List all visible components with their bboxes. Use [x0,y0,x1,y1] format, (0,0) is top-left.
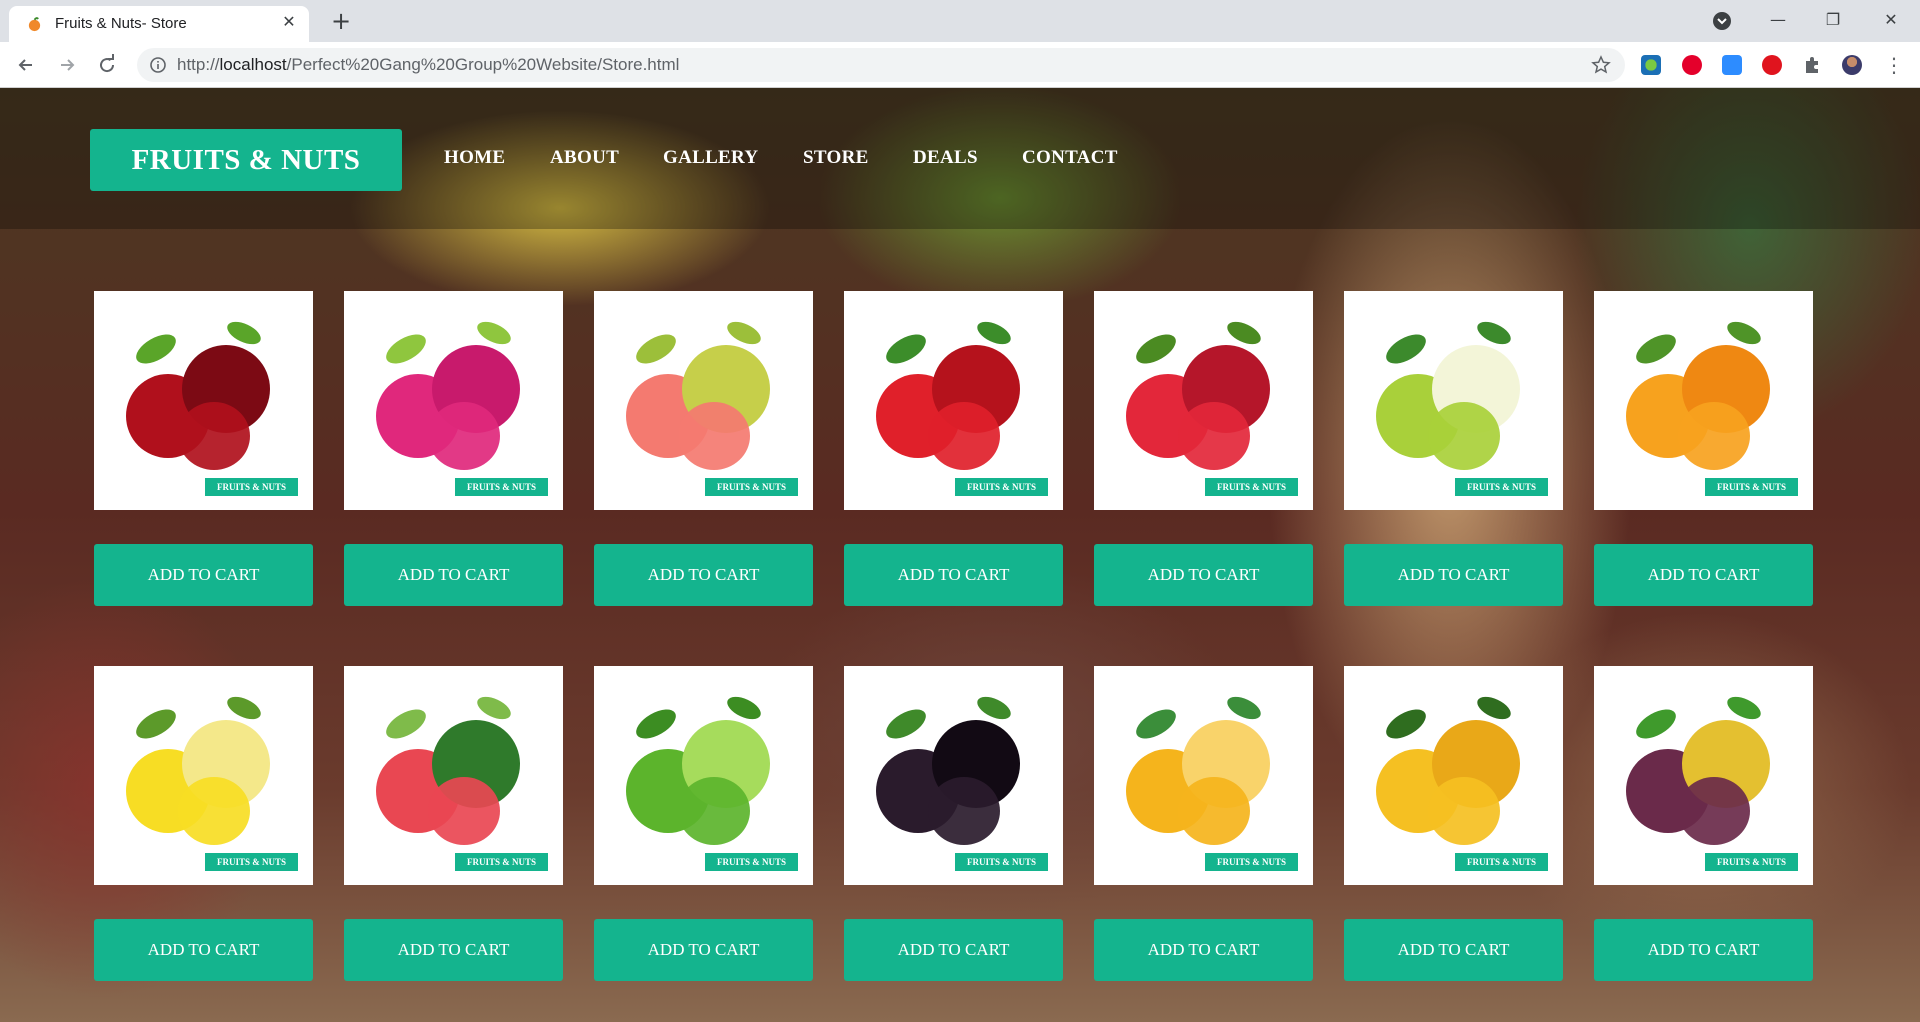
product-watermark: FRUITS & NUTS [1704,477,1799,497]
add-to-cart-button[interactable]: ADD TO CART [1094,544,1313,606]
product-watermark: FRUITS & NUTS [454,852,549,872]
product-watermark: FRUITS & NUTS [204,852,299,872]
add-to-cart-button[interactable]: ADD TO CART [94,919,313,981]
product-image-passion-fruit: FRUITS & NUTS [1594,666,1813,885]
site-info-icon[interactable] [149,56,167,74]
product-watermark: FRUITS & NUTS [1454,852,1549,872]
add-to-cart-button[interactable]: ADD TO CART [844,544,1063,606]
add-to-cart-button[interactable]: ADD TO CART [1094,919,1313,981]
product-watermark: FRUITS & NUTS [1704,852,1799,872]
globe-extension-icon[interactable] [1641,55,1661,75]
product-watermark: FRUITS & NUTS [704,852,799,872]
browser-tab[interactable]: Fruits & Nuts- Store ✕ [9,6,309,42]
url-text[interactable]: http://localhost/Perfect%20Gang%20Group%… [177,55,679,75]
add-to-cart-button[interactable]: ADD TO CART [94,544,313,606]
puzzle-extensions-icon[interactable] [1802,55,1822,75]
add-to-cart-button[interactable]: ADD TO CART [344,544,563,606]
close-window-button[interactable]: ✕ [1876,8,1906,32]
product-image-lemon: FRUITS & NUTS [94,666,313,885]
product-image-mango: FRUITS & NUTS [1344,666,1563,885]
add-to-cart-button[interactable]: ADD TO CART [1594,544,1813,606]
profile-dropdown-icon[interactable] [1712,11,1732,31]
product-watermark: FRUITS & NUTS [454,477,549,497]
tab-title: Fruits & Nuts- Store [55,15,187,32]
product-image-apricot: FRUITS & NUTS [1594,291,1813,510]
product-watermark: FRUITS & NUTS [954,477,1049,497]
nav-contact[interactable]: CONTACT [1022,147,1118,169]
nav-home[interactable]: HOME [444,147,505,169]
page-viewport: FRUITS & NUTS HOME ABOUT GALLERY STORE D… [0,88,1920,1022]
product-watermark: FRUITS & NUTS [1204,852,1299,872]
close-tab-icon[interactable]: ✕ [279,12,299,32]
site-logo[interactable]: FRUITS & NUTS [90,129,402,191]
nav-gallery[interactable]: GALLERY [663,147,758,169]
back-arrow-icon[interactable] [12,51,40,79]
adblock-extension-icon[interactable] [1762,55,1782,75]
product-image-strawberry: FRUITS & NUTS [844,291,1063,510]
new-tab-button[interactable]: + [327,8,355,36]
browser-toolbar: http://localhost/Perfect%20Gang%20Group%… [0,42,1920,88]
add-to-cart-button[interactable]: ADD TO CART [344,919,563,981]
address-bar[interactable]: http://localhost/Perfect%20Gang%20Group%… [137,48,1625,82]
nav-deals[interactable]: DEALS [913,147,978,169]
add-to-cart-button[interactable]: ADD TO CART [594,919,813,981]
product-image-cherry: FRUITS & NUTS [94,291,313,510]
product-watermark: FRUITS & NUTS [1204,477,1299,497]
product-image-guava: FRUITS & NUTS [594,291,813,510]
add-to-cart-button[interactable]: ADD TO CART [1594,919,1813,981]
product-image-dragon-fruit: FRUITS & NUTS [344,291,563,510]
product-image-pear: FRUITS & NUTS [1344,291,1563,510]
profile-avatar-icon[interactable] [1842,55,1862,75]
product-watermark: FRUITS & NUTS [704,477,799,497]
restore-window-button[interactable]: ❐ [1818,8,1848,32]
add-to-cart-button[interactable]: ADD TO CART [594,544,813,606]
add-to-cart-button[interactable]: ADD TO CART [1344,919,1563,981]
minimize-window-button[interactable]: — [1763,8,1793,32]
mcafee-extension-icon[interactable] [1682,55,1702,75]
browser-menu-icon[interactable]: ⋮ [1880,51,1908,79]
add-to-cart-button[interactable]: ADD TO CART [844,919,1063,981]
product-watermark: FRUITS & NUTS [954,852,1049,872]
nav-store[interactable]: STORE [803,147,869,169]
forward-arrow-icon[interactable] [53,51,81,79]
nav-about[interactable]: ABOUT [550,147,619,169]
product-image-pineapple: FRUITS & NUTS [1094,666,1313,885]
reload-icon[interactable] [93,51,121,79]
product-watermark: FRUITS & NUTS [1454,477,1549,497]
product-image-watermelon: FRUITS & NUTS [344,666,563,885]
zoom-extension-icon[interactable] [1722,55,1742,75]
product-image-blackberry: FRUITS & NUTS [844,666,1063,885]
fruit-favicon-icon [28,17,41,32]
add-to-cart-button[interactable]: ADD TO CART [1344,544,1563,606]
bookmark-star-icon[interactable] [1591,55,1611,75]
product-image-lime: FRUITS & NUTS [594,666,813,885]
browser-tab-strip: Fruits & Nuts- Store ✕ + — ❐ ✕ [0,0,1920,42]
product-image-apple: FRUITS & NUTS [1094,291,1313,510]
product-watermark: FRUITS & NUTS [204,477,299,497]
